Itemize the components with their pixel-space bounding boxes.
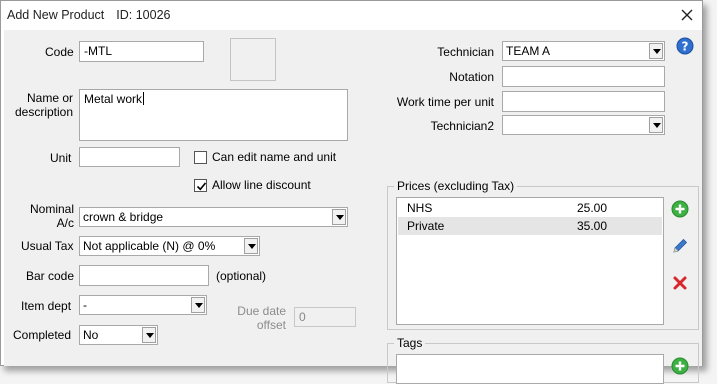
nominal-label-line1: Nominal <box>29 202 74 216</box>
price-row-name: Private <box>407 219 445 233</box>
name-label-line2: description <box>14 105 73 119</box>
chevron-down-icon <box>248 244 256 249</box>
add-tag-button[interactable] <box>671 357 691 377</box>
bar-code-label: Bar code <box>26 269 75 283</box>
chevron-down-icon <box>195 303 203 308</box>
due-date-offset-input[interactable]: 0 <box>294 307 356 327</box>
technician-label: Technician <box>437 45 494 59</box>
work-time-input[interactable] <box>502 91 665 112</box>
technician-dropdown[interactable]: TEAM A <box>502 41 665 61</box>
bar-code-input[interactable] <box>79 265 209 286</box>
title-bar: Add New Product ID: 10026 <box>1 1 702 29</box>
can-edit-checkbox[interactable]: Can edit name and unit <box>194 150 336 164</box>
prices-group: Prices (excluding Tax) NHS 25.00 Private… <box>387 179 699 330</box>
tags-group: Tags <box>387 336 699 384</box>
checkmark-icon <box>196 181 207 190</box>
completed-label: Completed <box>13 328 72 342</box>
completed-dropdown-arrow[interactable] <box>142 327 156 343</box>
price-row-value: 25.00 <box>577 201 608 215</box>
technician2-dropdown[interactable] <box>502 115 665 135</box>
svg-text:?: ? <box>682 40 689 54</box>
dialog-title: Add New Product ID: 10026 <box>7 8 171 22</box>
name-input-text: Metal work <box>84 92 143 106</box>
can-edit-checkbox-box <box>194 150 207 164</box>
technician-dropdown-value: TEAM A <box>506 44 551 58</box>
price-row-name: NHS <box>407 201 433 215</box>
technician-dropdown-arrow[interactable] <box>649 43 663 59</box>
form-area: Code -MTL Name or description Metal work… <box>4 30 702 384</box>
close-icon <box>681 9 693 21</box>
chevron-down-icon <box>146 333 154 338</box>
notation-input[interactable] <box>502 66 665 87</box>
chevron-down-icon <box>653 123 661 128</box>
prices-group-title: Prices (excluding Tax) <box>394 179 518 193</box>
name-label-line1: Name or <box>26 91 73 105</box>
dialog-title-text: Add New Product <box>7 8 105 22</box>
usual-tax-label: Usual Tax <box>21 239 74 253</box>
usual-tax-dropdown-arrow[interactable] <box>244 238 258 254</box>
bar-code-hint: (optional) <box>216 269 267 283</box>
due-date-label-line2: offset <box>256 318 286 332</box>
tags-group-title: Tags <box>394 336 426 350</box>
unit-label: Unit <box>50 151 72 165</box>
help-button[interactable]: ? <box>676 37 696 57</box>
due-date-label-line1: Due date <box>237 304 286 318</box>
nominal-dropdown-arrow[interactable] <box>332 209 346 225</box>
price-row-value: 35.00 <box>577 219 608 233</box>
add-product-dialog: Add New Product ID: 10026 Code -MTL Name … <box>0 0 703 384</box>
delete-price-button[interactable] <box>671 274 691 294</box>
price-row[interactable]: NHS 25.00 <box>398 199 662 217</box>
pencil-icon <box>673 238 688 253</box>
item-dept-dropdown[interactable]: - <box>79 295 207 315</box>
name-input[interactable]: Metal work <box>79 89 348 141</box>
plus-circle-icon <box>671 200 689 218</box>
completed-dropdown-value: No <box>83 328 99 342</box>
chevron-down-icon <box>336 215 344 220</box>
completed-dropdown[interactable]: No <box>79 325 158 345</box>
notation-label: Notation <box>449 70 494 84</box>
tags-list[interactable] <box>396 354 664 384</box>
allow-discount-checkbox[interactable]: Allow line discount <box>194 178 311 192</box>
nominal-dropdown[interactable]: crown & bridge <box>79 207 348 227</box>
technician2-label: Technician2 <box>430 119 494 133</box>
product-image[interactable] <box>230 38 276 81</box>
usual-tax-dropdown-value: Not applicable (N) @ 0% <box>83 239 216 253</box>
code-input[interactable]: -MTL <box>79 41 204 62</box>
text-caret <box>143 92 145 105</box>
nominal-label-line2: A/c <box>56 216 74 230</box>
plus-circle-icon <box>671 357 689 375</box>
can-edit-checkbox-label: Can edit name and unit <box>212 150 337 164</box>
edit-price-button[interactable] <box>671 237 691 257</box>
unit-input[interactable] <box>79 147 180 167</box>
delete-x-icon <box>673 276 687 290</box>
allow-discount-checkbox-box <box>194 178 207 192</box>
close-button[interactable] <box>677 5 697 25</box>
item-dept-dropdown-value: - <box>83 298 87 312</box>
add-price-button[interactable] <box>671 200 691 220</box>
chevron-down-icon <box>653 49 661 54</box>
code-label: Code <box>45 45 74 59</box>
item-dept-label: Item dept <box>21 299 72 313</box>
nominal-dropdown-value: crown & bridge <box>83 210 164 224</box>
price-row[interactable]: Private 35.00 <box>398 217 662 235</box>
product-id: ID: 10026 <box>116 8 171 22</box>
work-time-label: Work time per unit <box>396 95 494 109</box>
allow-discount-checkbox-label: Allow line discount <box>212 178 311 192</box>
usual-tax-dropdown[interactable]: Not applicable (N) @ 0% <box>79 236 260 256</box>
technician2-dropdown-arrow[interactable] <box>649 117 663 133</box>
prices-list[interactable]: NHS 25.00 Private 35.00 <box>396 197 664 325</box>
help-icon: ? <box>676 37 694 55</box>
item-dept-dropdown-arrow[interactable] <box>191 297 205 313</box>
